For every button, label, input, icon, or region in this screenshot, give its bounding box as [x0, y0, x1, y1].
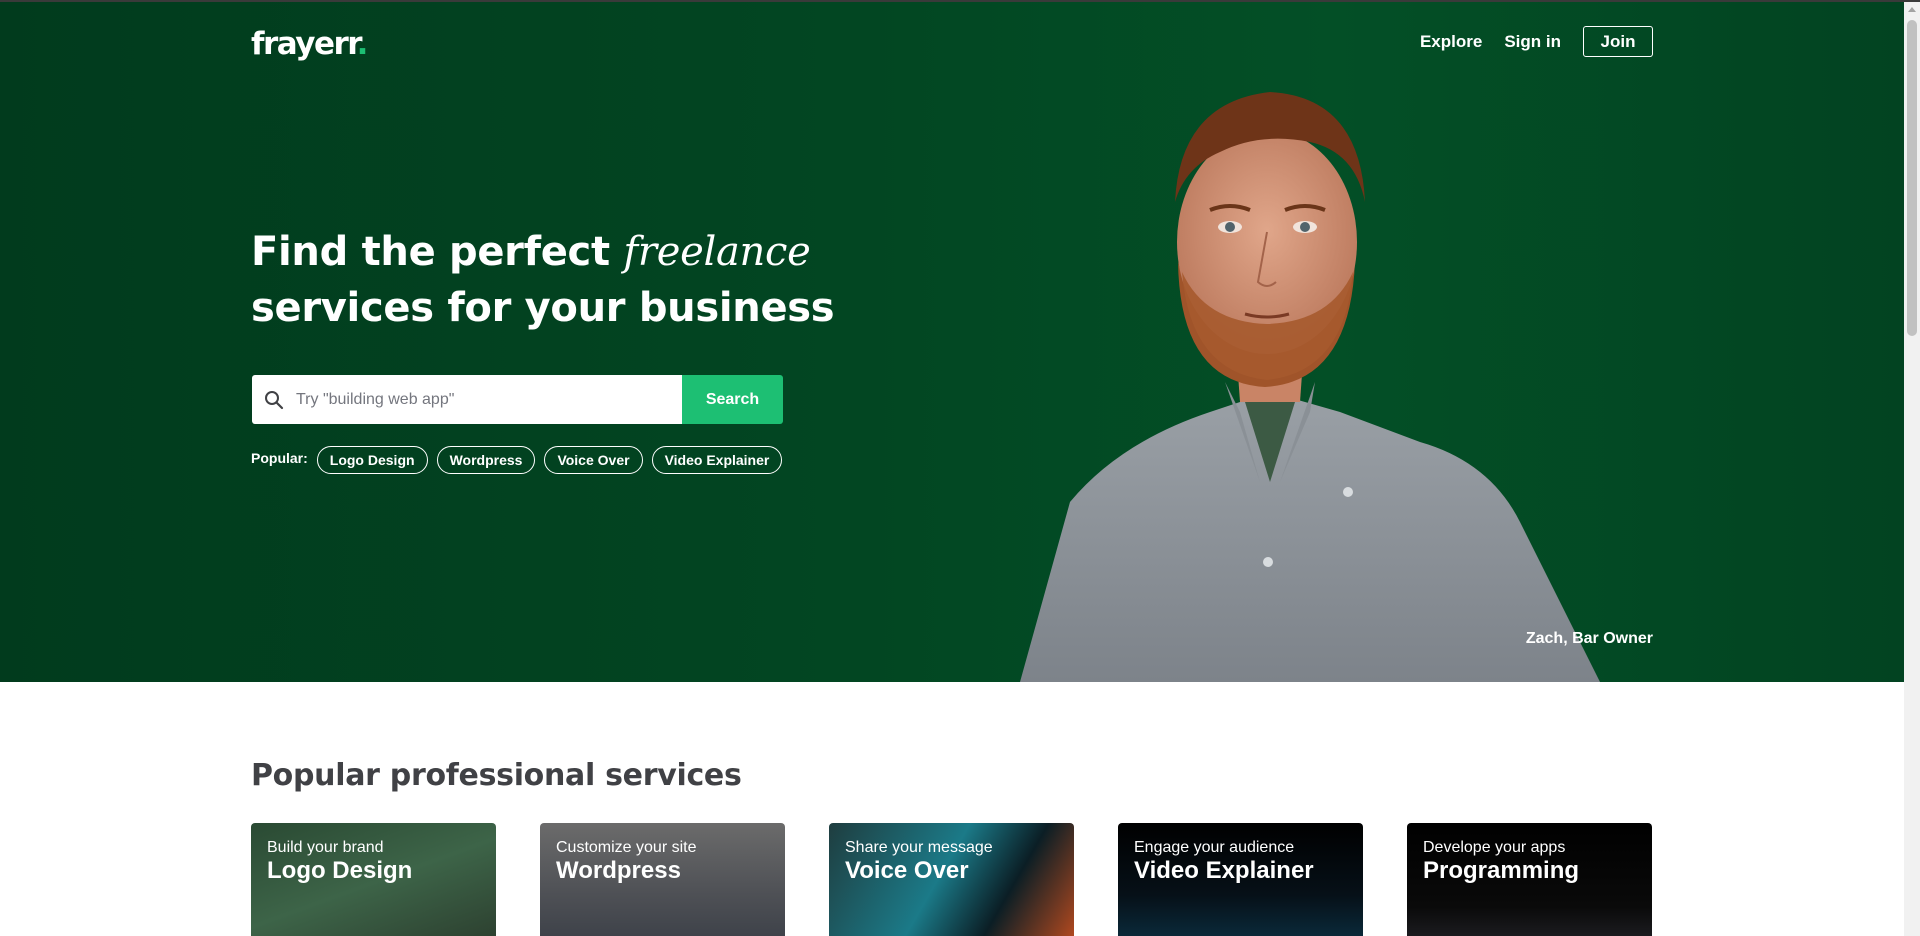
service-card-voice-over[interactable]: Share your message Voice Over	[829, 823, 1074, 936]
service-card-programming[interactable]: Develope your apps Programming	[1407, 823, 1652, 936]
headline-part1: Find the perfect	[251, 229, 624, 275]
search-input[interactable]	[296, 390, 666, 409]
scroll-up-arrow-icon[interactable]	[1908, 7, 1916, 12]
popular-tags: Popular: Logo Design Wordpress Voice Ove…	[251, 446, 791, 474]
card-subtitle: Build your brand	[267, 839, 384, 856]
card-title: Programming	[1423, 857, 1580, 884]
hero-content: frayerr. Explore Sign in Join Find the p…	[251, 2, 1653, 682]
card-subtitle: Develope your apps	[1423, 839, 1566, 856]
card-subtitle: Engage your audience	[1134, 839, 1295, 856]
brand-logo[interactable]: frayerr.	[251, 26, 369, 62]
card-title: Logo Design	[267, 857, 413, 884]
card-title: Voice Over	[845, 857, 969, 884]
vertical-scrollbar[interactable]	[1904, 2, 1920, 936]
nav-explore-link[interactable]: Explore	[1420, 32, 1482, 52]
hero-section: frayerr. Explore Sign in Join Find the p…	[0, 2, 1904, 682]
nav-sign-in-link[interactable]: Sign in	[1504, 32, 1561, 52]
service-card-video-explainer[interactable]: Engage your audience Video Explainer	[1118, 823, 1363, 936]
search-icon	[264, 390, 284, 410]
card-subtitle: Customize your site	[556, 839, 697, 856]
headline-italic: freelance	[623, 229, 811, 275]
join-button[interactable]: Join	[1583, 26, 1653, 57]
headline-line2: services for your business	[251, 285, 835, 331]
service-card-wordpress[interactable]: Customize your site Wordpress	[540, 823, 785, 936]
logo-text: frayerr	[251, 26, 358, 62]
logo-dot: .	[356, 26, 369, 62]
popular-tag-video-explainer[interactable]: Video Explainer	[651, 446, 783, 474]
hero-caption: Zach, Bar Owner	[1525, 630, 1653, 647]
scrollbar-thumb[interactable]	[1907, 20, 1917, 336]
hero-headline: Find the perfect freelance services for …	[251, 224, 835, 336]
search-field-wrapper	[252, 375, 682, 424]
popular-label: Popular:	[251, 450, 308, 466]
service-cards: Build your brand Logo Design Customize y…	[251, 823, 1652, 936]
card-subtitle: Share your message	[845, 839, 993, 856]
hero-search: Search	[252, 375, 783, 424]
service-card-logo-design[interactable]: Build your brand Logo Design	[251, 823, 496, 936]
top-nav: Explore Sign in Join	[1420, 26, 1653, 57]
card-title: Wordpress	[556, 857, 681, 884]
card-title: Video Explainer	[1134, 857, 1314, 884]
section-title: Popular professional services	[251, 758, 742, 793]
popular-tag-wordpress[interactable]: Wordpress	[436, 446, 536, 474]
popular-tag-logo-design[interactable]: Logo Design	[316, 446, 428, 474]
popular-tag-voice-over[interactable]: Voice Over	[544, 446, 643, 474]
search-button[interactable]: Search	[682, 375, 783, 424]
